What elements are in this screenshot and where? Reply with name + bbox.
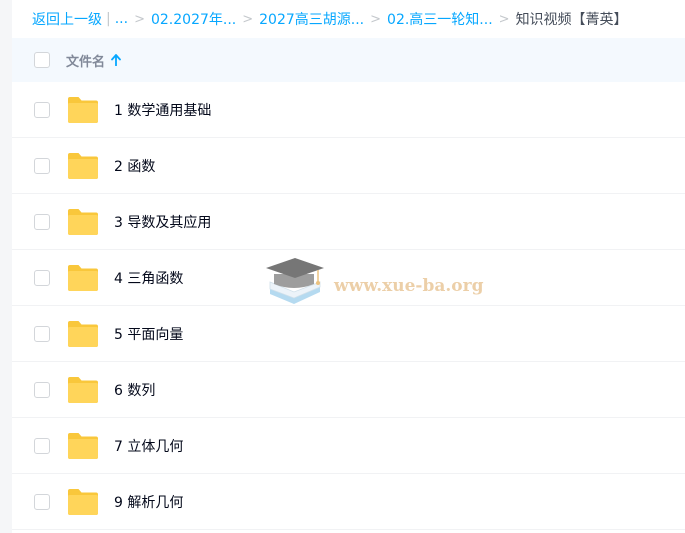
row-checkbox[interactable] [34, 213, 50, 230]
row-checkbox[interactable] [34, 269, 50, 286]
back-link[interactable]: 返回上一级 [32, 9, 102, 29]
file-name[interactable]: 7 立体几何 [114, 436, 183, 456]
file-name[interactable]: 3 导数及其应用 [114, 212, 211, 232]
watermark: www.xue-ba.org [264, 252, 483, 312]
breadcrumb-separator: > [242, 11, 254, 27]
list-item[interactable]: 2 函数 [12, 138, 685, 194]
breadcrumb-separator: > [498, 11, 510, 27]
file-name[interactable]: 2 函数 [114, 156, 155, 176]
breadcrumb-separator: > [370, 11, 382, 27]
row-checkbox[interactable] [34, 101, 50, 118]
list-item[interactable]: 1 数学通用基础 [12, 82, 685, 138]
list-header: 文件名 [12, 38, 685, 82]
folder-icon [68, 376, 98, 403]
file-name[interactable]: 4 三角函数 [114, 268, 183, 288]
folder-icon [68, 96, 98, 123]
folder-icon [68, 264, 98, 291]
sort-ascending-icon[interactable] [111, 54, 121, 66]
row-checkbox[interactable] [34, 437, 50, 454]
row-checkbox[interactable] [34, 325, 50, 342]
list-item[interactable]: 3 导数及其应用 [12, 194, 685, 250]
column-header-filename[interactable]: 文件名 [66, 51, 105, 70]
list-item[interactable]: 6 数列 [12, 362, 685, 418]
file-name[interactable]: 1 数学通用基础 [114, 100, 211, 120]
folder-icon [68, 208, 98, 235]
breadcrumb: 返回上一级 | ... > 02.2027年... > 2027高三胡源... … [32, 0, 685, 38]
breadcrumb-item-1[interactable]: 02.2027年... [151, 9, 236, 29]
graduation-cap-logo-icon [266, 258, 324, 304]
breadcrumb-current: 知识视频【菁英】 [515, 12, 628, 28]
row-checkbox[interactable] [34, 157, 50, 174]
breadcrumb-ellipsis[interactable]: ... [115, 11, 128, 27]
breadcrumb-item-2[interactable]: 2027高三胡源... [259, 9, 364, 29]
folder-icon [68, 432, 98, 459]
row-checkbox[interactable] [34, 493, 50, 510]
select-all-checkbox[interactable] [34, 52, 50, 68]
breadcrumb-item-3[interactable]: 02.高三一轮知... [387, 9, 493, 29]
file-name[interactable]: 5 平面向量 [114, 324, 183, 344]
list-item[interactable]: 5 平面向量 [12, 306, 685, 362]
left-edge-strip [0, 0, 12, 533]
row-checkbox[interactable] [34, 381, 50, 398]
list-item[interactable]: 9 解析几何 [12, 474, 685, 530]
folder-icon [68, 152, 98, 179]
file-browser: 返回上一级 | ... > 02.2027年... > 2027高三胡源... … [0, 0, 685, 533]
breadcrumb-separator: > [134, 11, 145, 27]
list-item[interactable]: 7 立体几何 [12, 418, 685, 474]
folder-icon [68, 488, 98, 515]
breadcrumb-pipe: | [106, 11, 111, 27]
file-name[interactable]: 9 解析几何 [114, 492, 183, 512]
watermark-text: www.xue-ba.org [334, 276, 484, 296]
folder-icon [68, 320, 98, 347]
file-name[interactable]: 6 数列 [114, 380, 155, 400]
